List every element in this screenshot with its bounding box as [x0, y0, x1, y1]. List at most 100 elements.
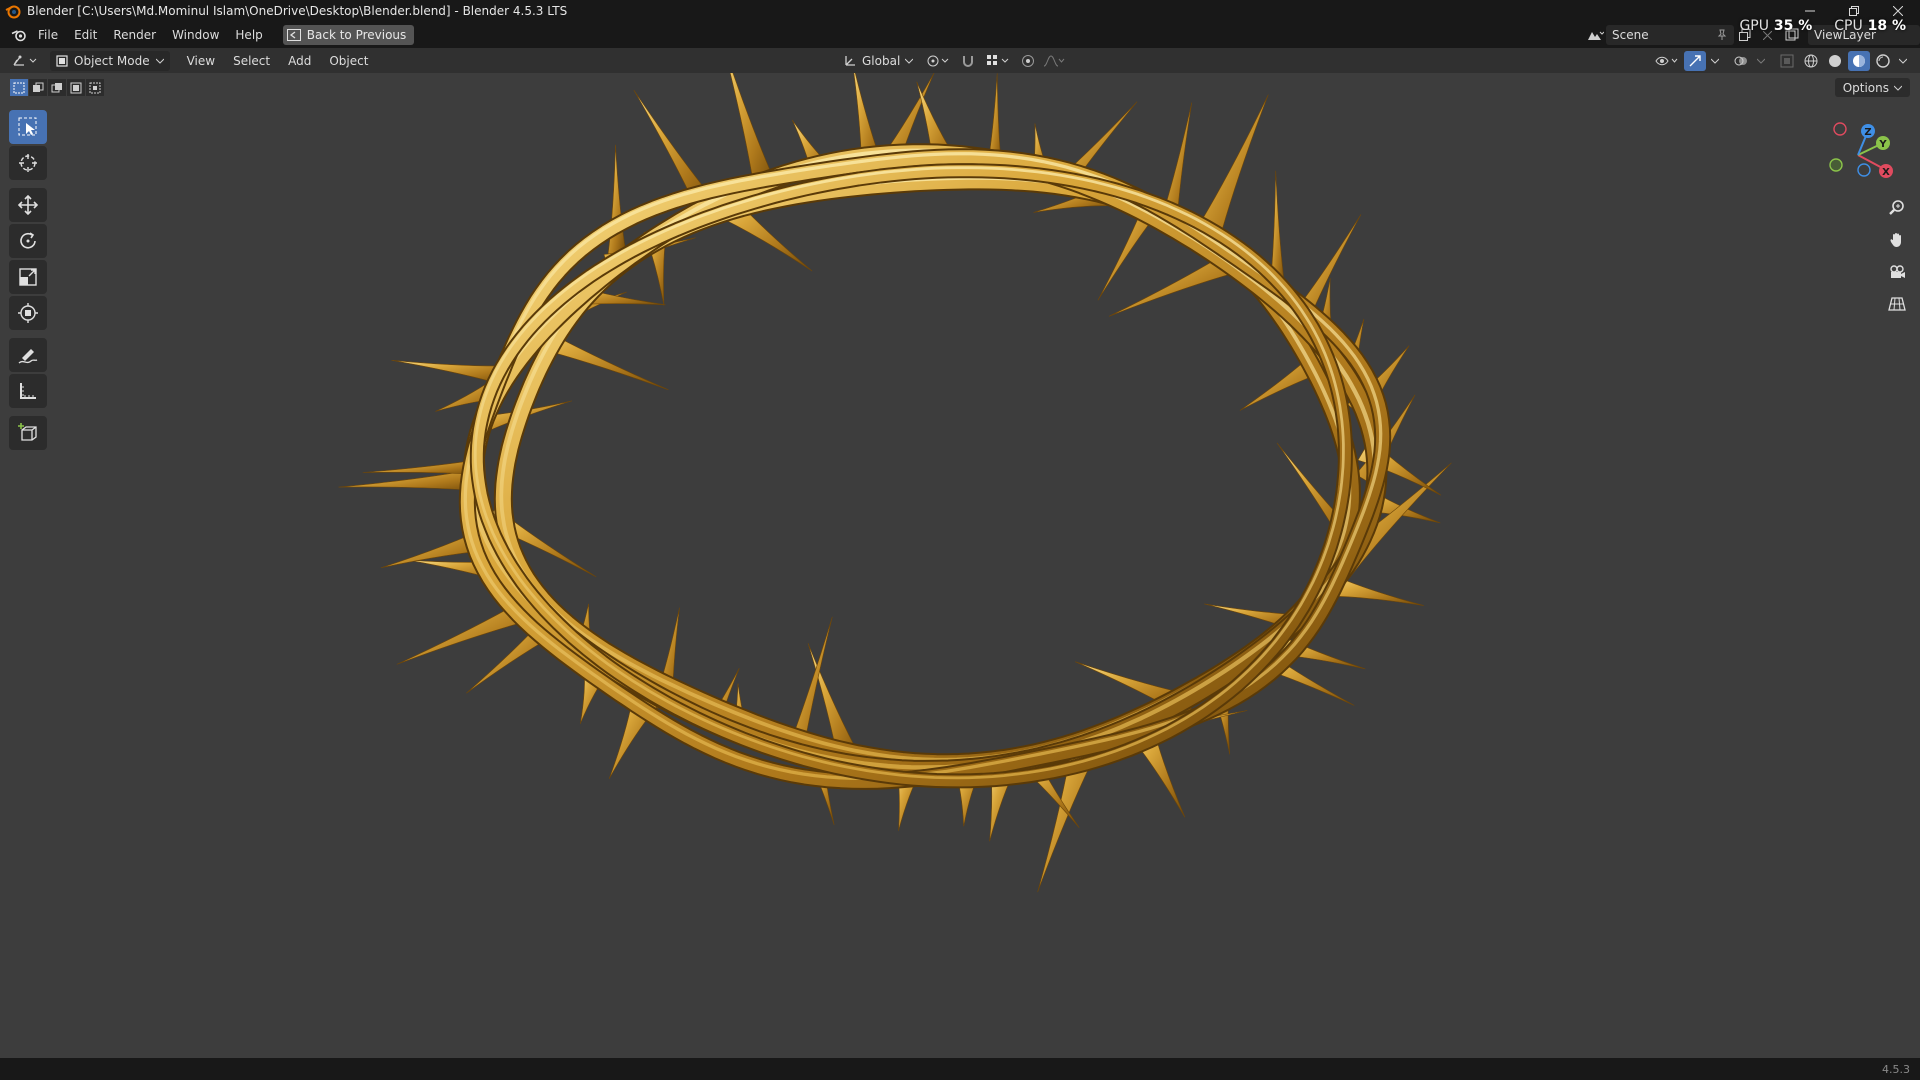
status-bar: 4.5.3	[0, 1058, 1920, 1080]
pivot-point-button[interactable]	[923, 51, 953, 71]
rendered-sphere-icon	[1876, 53, 1890, 68]
blender-menu-button[interactable]	[8, 24, 30, 46]
3d-viewport-icon	[13, 55, 37, 66]
proportional-editing-button[interactable]	[1017, 51, 1039, 71]
tool-add-cube[interactable]	[9, 416, 47, 450]
title-bar: Blender [C:\Users\Md.Mominul Islam\OneDr…	[0, 0, 1920, 22]
pivot-point-icon	[927, 55, 949, 66]
tool-move[interactable]	[9, 188, 47, 222]
chevron-down-icon	[1894, 85, 1902, 91]
shading-wireframe-button[interactable]	[1800, 51, 1822, 71]
menu-edit[interactable]: Edit	[66, 22, 105, 48]
scene-name: Scene	[1612, 28, 1649, 42]
tool-measure[interactable]	[9, 374, 47, 408]
viewport-menu-object[interactable]: Object	[320, 54, 377, 68]
negative-y-axis-handle[interactable]	[1829, 158, 1843, 172]
blender-logo-icon	[5, 5, 21, 19]
xray-toggle-button[interactable]	[1776, 51, 1798, 71]
snap-grid-icon	[987, 54, 1009, 65]
menu-file[interactable]: File	[30, 22, 66, 48]
menu-help[interactable]: Help	[227, 22, 270, 48]
show-gizmo-button[interactable]	[1684, 50, 1706, 71]
viewport-menu-select[interactable]: Select	[224, 54, 279, 68]
overlay-options-button[interactable]	[1754, 51, 1768, 71]
shading-solid-button[interactable]	[1824, 51, 1846, 71]
select-subtract-icon	[51, 82, 62, 92]
menu-window[interactable]: Window	[164, 22, 227, 48]
editor-type-button[interactable]	[8, 51, 42, 71]
perspective-toggle-button[interactable]	[1884, 291, 1910, 317]
move-icon	[17, 194, 39, 216]
scene-name-field[interactable]: Scene	[1606, 25, 1734, 45]
select-mode-intersect-button[interactable]	[86, 79, 104, 96]
select-invert-icon	[70, 82, 82, 93]
viewport-header: Object Mode View Select Add Object Globa…	[0, 48, 1920, 73]
gpu-usage: GPU 35 %	[1739, 18, 1812, 34]
y-axis-label: Y	[1878, 139, 1887, 150]
tool-rotate[interactable]	[9, 224, 47, 258]
gizmo-options-button[interactable]	[1708, 51, 1722, 71]
hand-icon	[1890, 233, 1901, 247]
overlays-icon	[1734, 56, 1747, 65]
shading-rendered-button[interactable]	[1872, 51, 1894, 71]
camera-view-button[interactable]	[1884, 259, 1910, 285]
3d-viewport[interactable]: Options X Y Z	[0, 73, 1920, 1058]
select-mode-extend-button[interactable]	[29, 79, 47, 96]
xray-icon	[1780, 54, 1794, 67]
tool-scale[interactable]	[9, 260, 47, 294]
show-overlays-button[interactable]	[1730, 51, 1752, 71]
object-mode-icon	[56, 54, 68, 67]
object-mode-label: Object Mode	[74, 53, 150, 68]
visibility-selectability-button[interactable]	[1652, 51, 1682, 71]
falloff-curve-icon	[1044, 54, 1065, 66]
version-label: 4.5.3	[1882, 1062, 1910, 1076]
tool-select-box[interactable]	[9, 110, 47, 144]
select-mode-new-button[interactable]	[10, 79, 28, 96]
snap-toggle-button[interactable]	[957, 51, 979, 71]
shading-options-button[interactable]	[1896, 51, 1910, 71]
select-box-icon	[18, 117, 37, 136]
proportional-falloff-button[interactable]	[1043, 51, 1065, 71]
menu-render[interactable]: Render	[105, 22, 164, 48]
options-dropdown[interactable]: Options	[1834, 78, 1910, 97]
measure-ruler-icon	[20, 383, 36, 399]
navigation-gizmo[interactable]: X Y Z	[1818, 115, 1894, 191]
top-bar: File Edit Render Window Help Back to Pre…	[0, 22, 1920, 48]
shading-material-preview-button[interactable]	[1848, 50, 1870, 71]
viewport-menu-view[interactable]: View	[178, 54, 224, 68]
viewport-right-header	[1652, 50, 1910, 71]
negative-z-axis-handle[interactable]	[1857, 163, 1871, 177]
gpu-value: 35 %	[1773, 18, 1813, 34]
select-mode-invert-button[interactable]	[67, 79, 85, 96]
cpu-usage: CPU 18 %	[1834, 18, 1906, 34]
orientation-global-icon	[845, 56, 855, 66]
zoom-button[interactable]	[1884, 195, 1910, 221]
snap-target-button[interactable]	[983, 51, 1013, 71]
performance-overlay: GPU 35 % CPU 18 %	[1739, 18, 1906, 34]
navigation-buttons	[1884, 195, 1910, 317]
gpu-label: GPU	[1739, 18, 1769, 34]
minimize-icon	[1805, 10, 1815, 12]
object-mode-dropdown[interactable]: Object Mode	[50, 50, 170, 71]
select-mode-subtract-button[interactable]	[48, 79, 66, 96]
scale-icon	[19, 268, 37, 286]
pan-button[interactable]	[1884, 227, 1910, 253]
select-new-icon	[13, 82, 25, 93]
select-extend-icon	[33, 82, 44, 92]
tool-annotate[interactable]	[9, 338, 47, 372]
transform-orientation-label: Global	[862, 53, 901, 68]
tool-transform[interactable]	[9, 296, 47, 330]
chevron-down-icon	[1757, 58, 1765, 64]
cpu-label: CPU	[1834, 18, 1863, 34]
z-axis-label: Z	[1864, 127, 1871, 138]
tool-cursor[interactable]	[9, 146, 47, 180]
chevron-down-icon	[905, 58, 914, 64]
crown-of-thorns-model	[338, 73, 1452, 893]
back-to-previous-button[interactable]: Back to Previous	[282, 25, 415, 45]
negative-x-axis-handle[interactable]	[1833, 122, 1847, 136]
chevron-down-icon	[1711, 58, 1719, 64]
scene-browse-button[interactable]	[1584, 25, 1606, 45]
cpu-value: 18 %	[1867, 18, 1906, 34]
transform-orientation-dropdown[interactable]: Global	[838, 51, 919, 71]
viewport-menu-add[interactable]: Add	[279, 54, 320, 68]
